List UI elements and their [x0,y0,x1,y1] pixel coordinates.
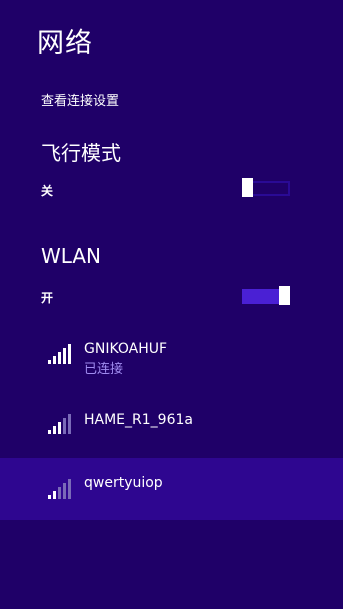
signal-bar [63,348,66,364]
signal-bar [63,418,66,434]
wifi-signal-icon [48,414,71,434]
signal-bar [48,495,51,499]
signal-bar [58,487,61,499]
network-item-qwertyuiop[interactable]: qwertyuiop [0,458,343,520]
toggle-thumb [279,286,290,305]
signal-bar [53,356,56,364]
airplane-mode-heading: 飞行模式 [41,141,121,165]
signal-bar [63,483,66,499]
signal-bar [68,414,71,434]
network-name: GNIKOAHUF [84,341,168,357]
wifi-signal-icon [48,344,71,364]
wlan-heading: WLAN [41,244,102,268]
signal-bar [58,352,61,364]
network-name: qwertyuiop [84,475,163,491]
signal-bar [58,422,61,434]
network-name: HAME_R1_961a [84,412,193,428]
network-status: 已连接 [84,362,124,377]
signal-bar [68,479,71,499]
signal-bar [48,360,51,364]
view-connection-settings-link[interactable]: 查看连接设置 [41,94,119,110]
wlan-toggle[interactable] [242,286,290,305]
airplane-mode-state-label: 关 [41,184,54,198]
wlan-state-label: 开 [41,291,54,305]
signal-bar [68,344,71,364]
airplane-mode-toggle[interactable] [242,178,290,197]
panel-title: 网络 [37,28,93,59]
network-item-hame-r1-961a[interactable]: HAME_R1_961a [0,396,343,446]
signal-bar [48,430,51,434]
network-item-gnikoahuf[interactable]: GNIKOAHUF 已连接 [0,330,343,388]
signal-bar [53,491,56,499]
signal-bar [53,426,56,434]
wifi-signal-icon [48,479,71,499]
toggle-thumb [242,178,253,197]
